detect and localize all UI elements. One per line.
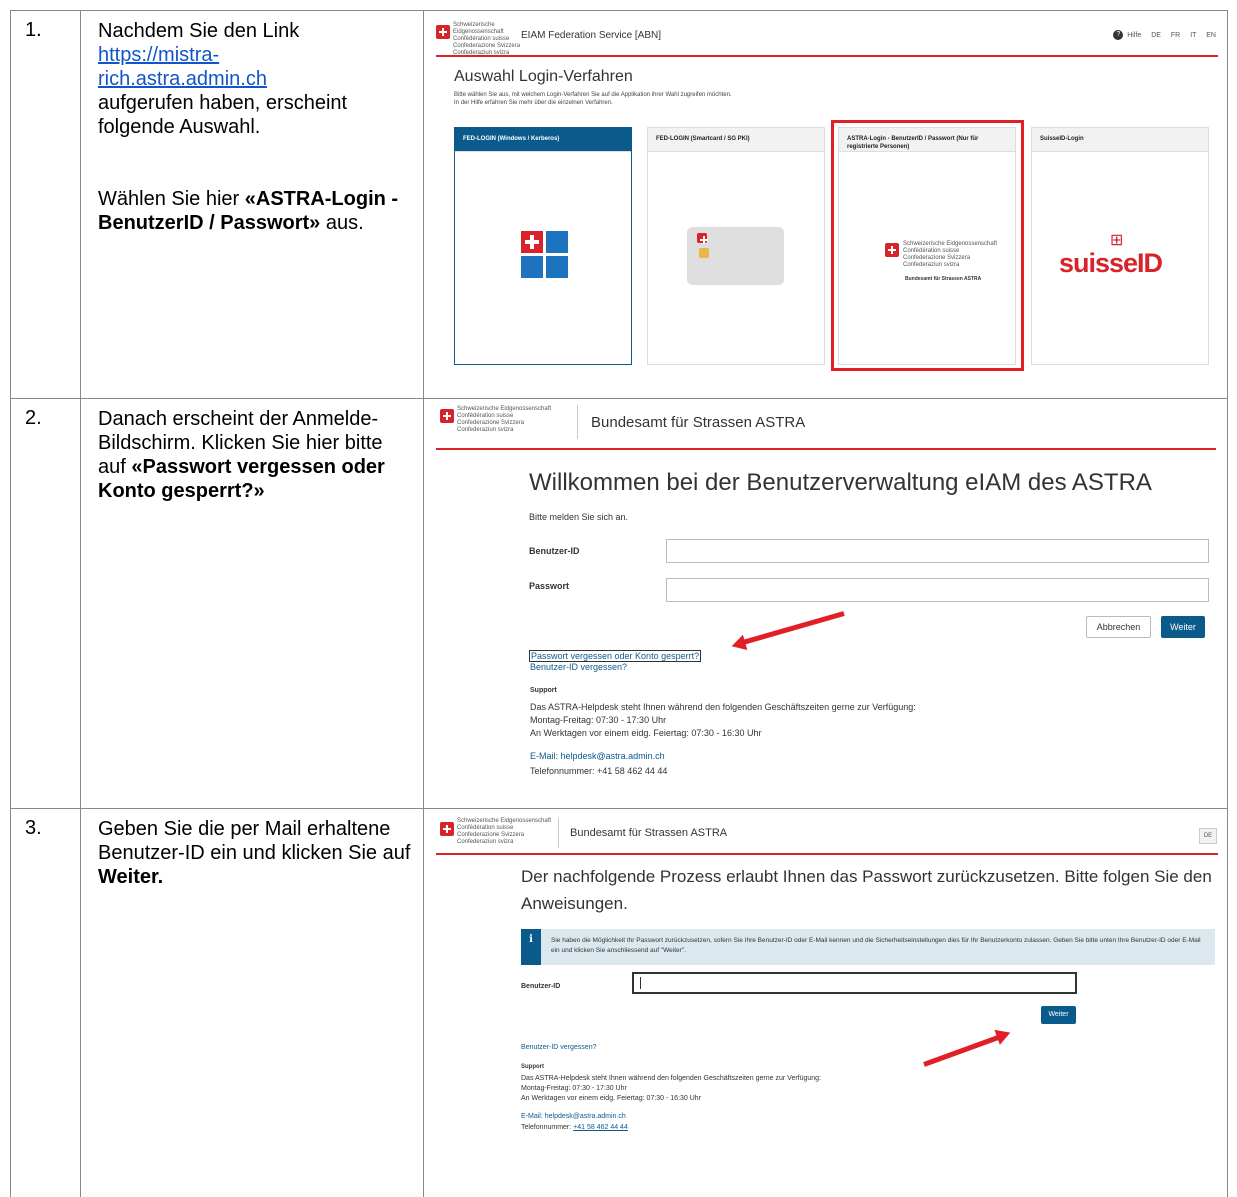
userid-label: Benutzer-ID — [521, 983, 561, 990]
forgot-userid-link[interactable]: Benutzer-ID vergessen? — [530, 662, 627, 672]
page-title: Auswahl Login-Verfahren — [454, 68, 633, 85]
header-divider — [436, 55, 1218, 57]
info-text: Sie haben die Möglichkeit Ihr Passwort z… — [551, 937, 1201, 954]
forgot-password-link[interactable]: Passwort vergessen oder Konto gesperrt? — [529, 650, 702, 662]
language-button[interactable]: DE — [1199, 828, 1217, 844]
eiam-header: Schweizerische Eidgenossenschaft Confédér… — [436, 19, 1216, 59]
support-hours: Montag-Freitag: 07:30 - 17:30 Uhr — [530, 715, 667, 725]
step-row: 1. Nachdem Sie den Link https://mistra-r… — [10, 10, 1228, 399]
email-link[interactable]: E-Mail: helpdesk@astra.admin.ch — [521, 1113, 626, 1120]
step-description: Danach erscheint der Anmelde-Bildschirm.… — [80, 398, 424, 809]
password-label: Passwort — [529, 581, 570, 591]
password-input[interactable] — [666, 578, 1209, 602]
support-hours: Montag-Freitag: 07:30 - 17:30 Uhr — [521, 1085, 627, 1092]
suisseid-logo: suisseID — [1059, 248, 1163, 278]
info-box: i Sie haben die Möglichkeit Ihr Passwort… — [521, 929, 1215, 965]
screenshot-password-reset: Schweizerische Eidgenossenschaft Confédér… — [423, 808, 1228, 1197]
step-text: Nachdem Sie den Link — [98, 20, 300, 42]
card-title: FED-LOGIN (Windows / Kerberos) — [455, 128, 631, 152]
userid-input[interactable] — [632, 972, 1077, 994]
step-text: Geben Sie die per Mail erhaltene Benutze… — [98, 818, 411, 864]
info-icon: i — [521, 929, 541, 965]
red-arrow — [742, 611, 845, 645]
next-button[interactable]: Weiter — [1161, 616, 1205, 638]
step-bold-text: «Passwort vergessen oder Konto gesperrt?… — [98, 456, 385, 502]
step-number: 2. — [10, 398, 81, 809]
step-bold-text: Weiter. — [98, 866, 164, 888]
help-link[interactable]: Hilfe — [1127, 32, 1141, 39]
red-arrow — [923, 1034, 1001, 1067]
windows-icon — [521, 231, 569, 279]
login-card-windows[interactable]: FED-LOGIN (Windows / Kerberos) — [454, 127, 632, 365]
step-text: Wählen Sie hier — [98, 188, 245, 210]
forgot-userid-link[interactable]: Benutzer-ID vergessen? — [521, 1044, 596, 1051]
card-title: SuisseID-Login — [1032, 128, 1208, 152]
step-description: Nachdem Sie den Link https://mistra-rich… — [80, 10, 424, 399]
screenshot-login-screen: Schweizerische Eidgenossenschaft Confédér… — [423, 398, 1228, 809]
step-row: 3. Geben Sie die per Mail erhaltene Benu… — [10, 808, 1228, 1197]
step-number: 3. — [10, 808, 81, 1197]
text-cursor — [640, 977, 641, 989]
swiss-flag-icon — [436, 25, 450, 39]
support-text: Das ASTRA-Helpdesk steht Ihnen während d… — [521, 1075, 822, 1082]
highlight-box — [831, 120, 1024, 371]
step-description: Geben Sie die per Mail erhaltene Benutze… — [80, 808, 424, 1197]
phone-text: Telefonnummer: +41 58 462 44 44 — [521, 1124, 628, 1131]
step-number: 1. — [10, 10, 81, 399]
header-separator — [577, 405, 578, 439]
smartcard-icon — [687, 227, 784, 285]
support-holiday-hours: An Werktagen vor einem eidg. Feiertag: 0… — [530, 728, 762, 738]
suisseid-chip-icon: ⊞ — [1110, 232, 1124, 249]
cancel-button[interactable]: Abbrechen — [1086, 616, 1151, 638]
swiss-flag-icon — [440, 409, 454, 423]
login-card-suisseid[interactable]: SuisseID-Login ⊞ suisseID — [1031, 127, 1209, 365]
welcome-title: Willkommen bei der Benutzerverwaltung eI… — [529, 469, 1152, 496]
intro-text: Bitte wählen Sie aus, mit welchem Login-… — [454, 92, 732, 106]
email-link[interactable]: E-Mail: helpdesk@astra.admin.ch — [530, 751, 665, 761]
support-text: Das ASTRA-Helpdesk steht Ihnen während d… — [530, 702, 916, 712]
screenshot-login-selection: Schweizerische Eidgenossenschaft Confédér… — [423, 10, 1228, 399]
login-card-smartcard[interactable]: FED-LOGIN (Smartcard / SG PKI) — [647, 127, 825, 365]
office-title: Bundesamt für Strassen ASTRA — [570, 827, 728, 839]
lang-fr[interactable]: FR — [1171, 32, 1180, 39]
lang-de[interactable]: DE — [1151, 32, 1161, 39]
step-row: 2. Danach erscheint der Anmelde-Bildschi… — [10, 398, 1228, 809]
login-prompt: Bitte melden Sie sich an. — [529, 512, 629, 522]
federal-text: Schweizerische Eidgenossenschaft Confédér… — [453, 22, 521, 56]
next-button[interactable]: Weiter — [1041, 1006, 1076, 1024]
federal-text: Schweizerische Eidgenossenschaft Confédér… — [457, 406, 552, 433]
swiss-flag-icon — [440, 822, 454, 836]
userid-input[interactable] — [666, 539, 1209, 563]
lang-en[interactable]: EN — [1206, 32, 1216, 39]
step-text: aufgerufen haben, erscheint folgende Aus… — [98, 92, 348, 138]
steps-table: 1. Nachdem Sie den Link https://mistra-r… — [10, 10, 1228, 1197]
mistra-link[interactable]: https://mistra-rich.astra.admin.ch — [98, 44, 267, 90]
phone-link[interactable]: +41 58 462 44 44 — [573, 1124, 628, 1131]
userid-label: Benutzer-ID — [529, 546, 580, 556]
instruction-document: 1. Nachdem Sie den Link https://mistra-r… — [10, 10, 1228, 1197]
header-links: ? Hilfe DE FR IT EN — [1105, 30, 1216, 40]
support-holiday-hours: An Werktagen vor einem eidg. Feiertag: 0… — [521, 1095, 702, 1102]
lang-it[interactable]: IT — [1190, 32, 1196, 39]
header-divider — [436, 853, 1218, 855]
app-title: EIAM Federation Service [ABN] — [521, 30, 662, 41]
phone-text: Telefonnummer: +41 58 462 44 44 — [530, 766, 668, 776]
card-title: FED-LOGIN (Smartcard / SG PKI) — [648, 128, 824, 152]
header-divider — [436, 448, 1216, 450]
page-title: Der nachfolgende Prozess erlaubt Ihnen d… — [521, 867, 1212, 913]
help-circle-icon[interactable]: ? — [1113, 30, 1124, 40]
support-title: Support — [521, 1064, 544, 1070]
support-title: Support — [530, 687, 557, 694]
office-title: Bundesamt für Strassen ASTRA — [591, 414, 806, 431]
header-separator — [558, 818, 559, 848]
